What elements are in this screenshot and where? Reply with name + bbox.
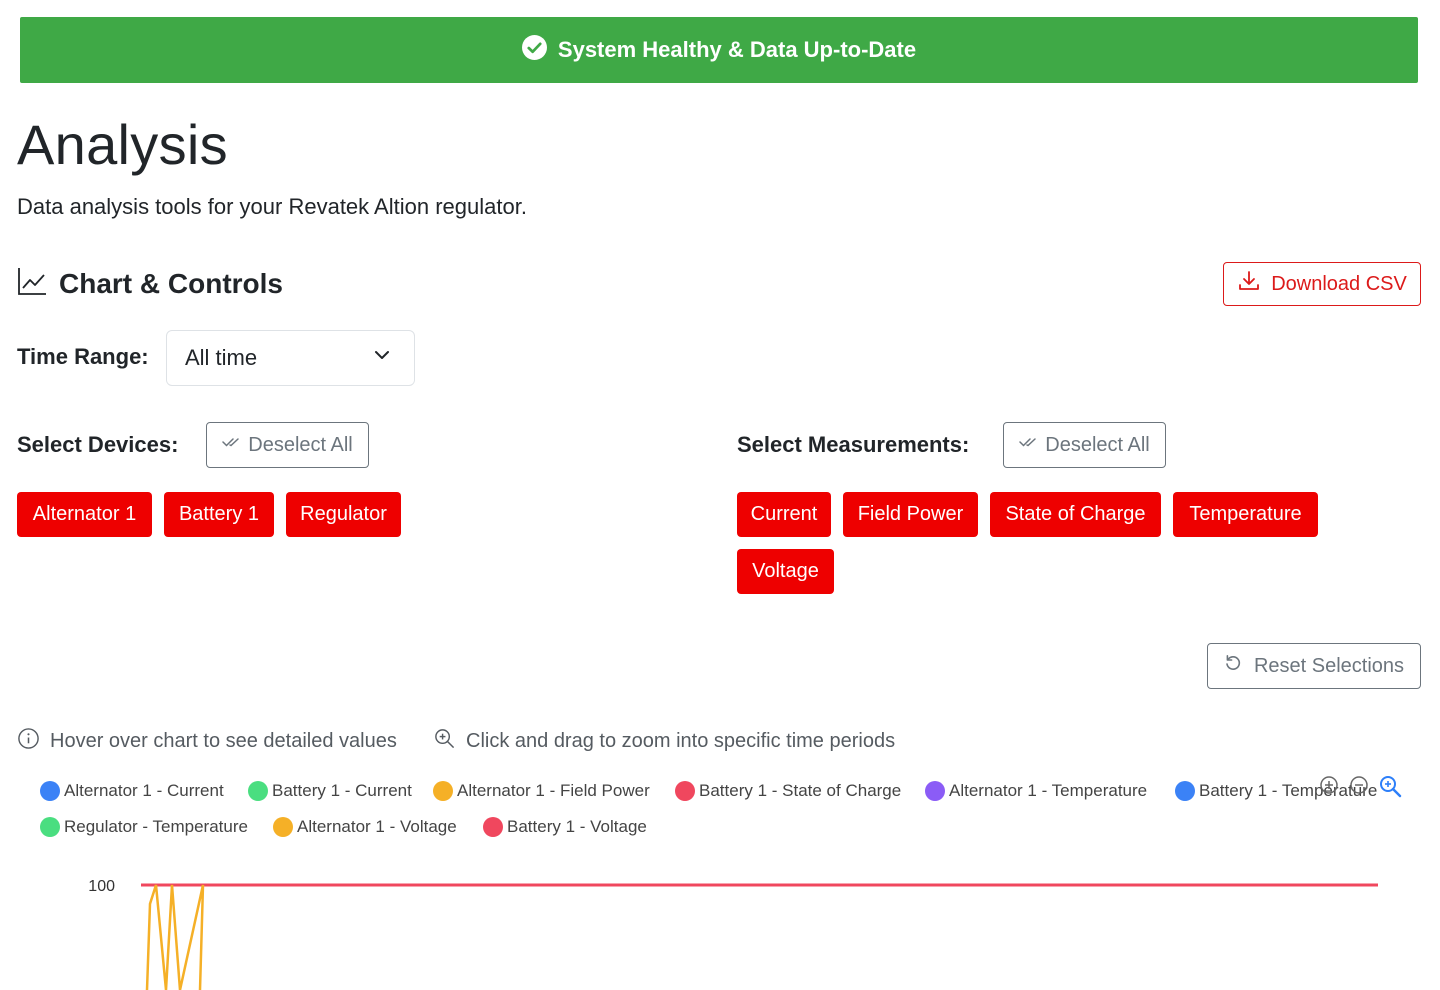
chart-zoom-toolbar [1318,774,1402,803]
hover-hint-text: Hover over chart to see detailed values [50,730,397,752]
legend-item[interactable]: Alternator 1 - Field Power [433,781,650,801]
measurement-chip-state-of-charge[interactable]: State of Charge [990,492,1161,537]
device-chip-battery-1[interactable]: Battery 1 [164,492,274,537]
device-chip-alternator-1[interactable]: Alternator 1 [17,492,152,537]
deselect-all-devices-button[interactable]: Deselect All [206,422,369,468]
measurement-chip-current[interactable]: Current [737,492,831,537]
legend-label: Regulator - Temperature [64,817,248,836]
legend-swatch [925,781,945,801]
zoom-in-icon[interactable] [1318,774,1342,803]
measurement-chip-voltage[interactable]: Voltage [737,549,834,594]
time-range-select[interactable]: All time [166,330,415,386]
zoom-select-icon[interactable] [1378,774,1402,803]
check-circle-icon [521,34,547,66]
legend-swatch [483,817,503,837]
deselect-all-measurements-button[interactable]: Deselect All [1003,422,1166,468]
select-measurements-label: Select Measurements: [737,432,970,457]
page-subtitle: Data analysis tools for your Revatek Alt… [17,194,527,219]
legend-label: Alternator 1 - Temperature [949,781,1148,800]
legend-item[interactable]: Battery 1 - Current [248,781,412,801]
line-chart-icon [17,266,47,301]
legend-swatch [40,817,60,837]
chevron-down-icon [372,345,392,371]
reset-selections-button[interactable]: Reset Selections [1207,643,1421,689]
select-devices-label: Select Devices: [17,432,179,457]
legend-item[interactable]: Alternator 1 - Temperature [925,781,1147,801]
legend-swatch [273,817,293,837]
legend-item[interactable]: Alternator 1 - Current [40,781,224,801]
legend-label: Battery 1 - Voltage [507,817,647,836]
measurement-chip-temperature[interactable]: Temperature [1173,492,1318,537]
series-line [145,884,205,990]
legend-swatch [1175,781,1195,801]
download-icon [1237,269,1261,299]
time-range-label: Time Range: [17,344,149,369]
deselect-all-label: Deselect All [248,433,353,456]
section-title: Chart & Controls [59,267,283,299]
download-csv-label: Download CSV [1271,272,1407,295]
legend-item[interactable]: Battery 1 - Voltage [483,817,647,837]
legend-label: Alternator 1 - Voltage [297,817,457,836]
status-banner: System Healthy & Data Up-to-Date [20,17,1418,83]
legend-label: Battery 1 - Current [272,781,412,800]
reset-selections-label: Reset Selections [1253,654,1405,677]
reset-icon [1224,654,1242,678]
page-title: Analysis [17,113,228,176]
legend-item[interactable]: Alternator 1 - Voltage [273,817,457,837]
legend-swatch [40,781,60,801]
legend-label: Alternator 1 - Current [64,781,224,800]
time-range-value: All time [185,345,258,370]
info-icon [17,727,40,756]
download-csv-button[interactable]: Download CSV [1223,262,1421,306]
double-check-icon [222,433,240,457]
section-heading: Chart & Controls [17,266,283,301]
legend-label: Battery 1 - State of Charge [699,781,902,800]
measurement-chip-field-power[interactable]: Field Power [843,492,978,537]
zoom-in-icon [433,727,456,756]
deselect-all-label: Deselect All [1045,433,1150,456]
zoom-out-icon[interactable] [1348,774,1372,803]
zoom-hint: Click and drag to zoom into specific tim… [433,727,895,756]
legend-item[interactable]: Regulator - Temperature [40,817,248,837]
hover-hint: Hover over chart to see detailed values [17,727,397,756]
legend-swatch [433,781,453,801]
legend-item[interactable]: Battery 1 - State of Charge [675,781,901,801]
status-text: System Healthy & Data Up-to-Date [557,37,917,62]
y-tick-label: 100 [88,878,115,895]
legend-swatch [675,781,695,801]
double-check-icon [1019,433,1037,457]
zoom-hint-text: Click and drag to zoom into specific tim… [466,730,896,752]
legend-swatch [248,781,268,801]
device-chip-regulator[interactable]: Regulator [286,492,401,537]
legend-label: Alternator 1 - Field Power [457,781,650,800]
analysis-chart[interactable]: 100 [0,860,1440,990]
